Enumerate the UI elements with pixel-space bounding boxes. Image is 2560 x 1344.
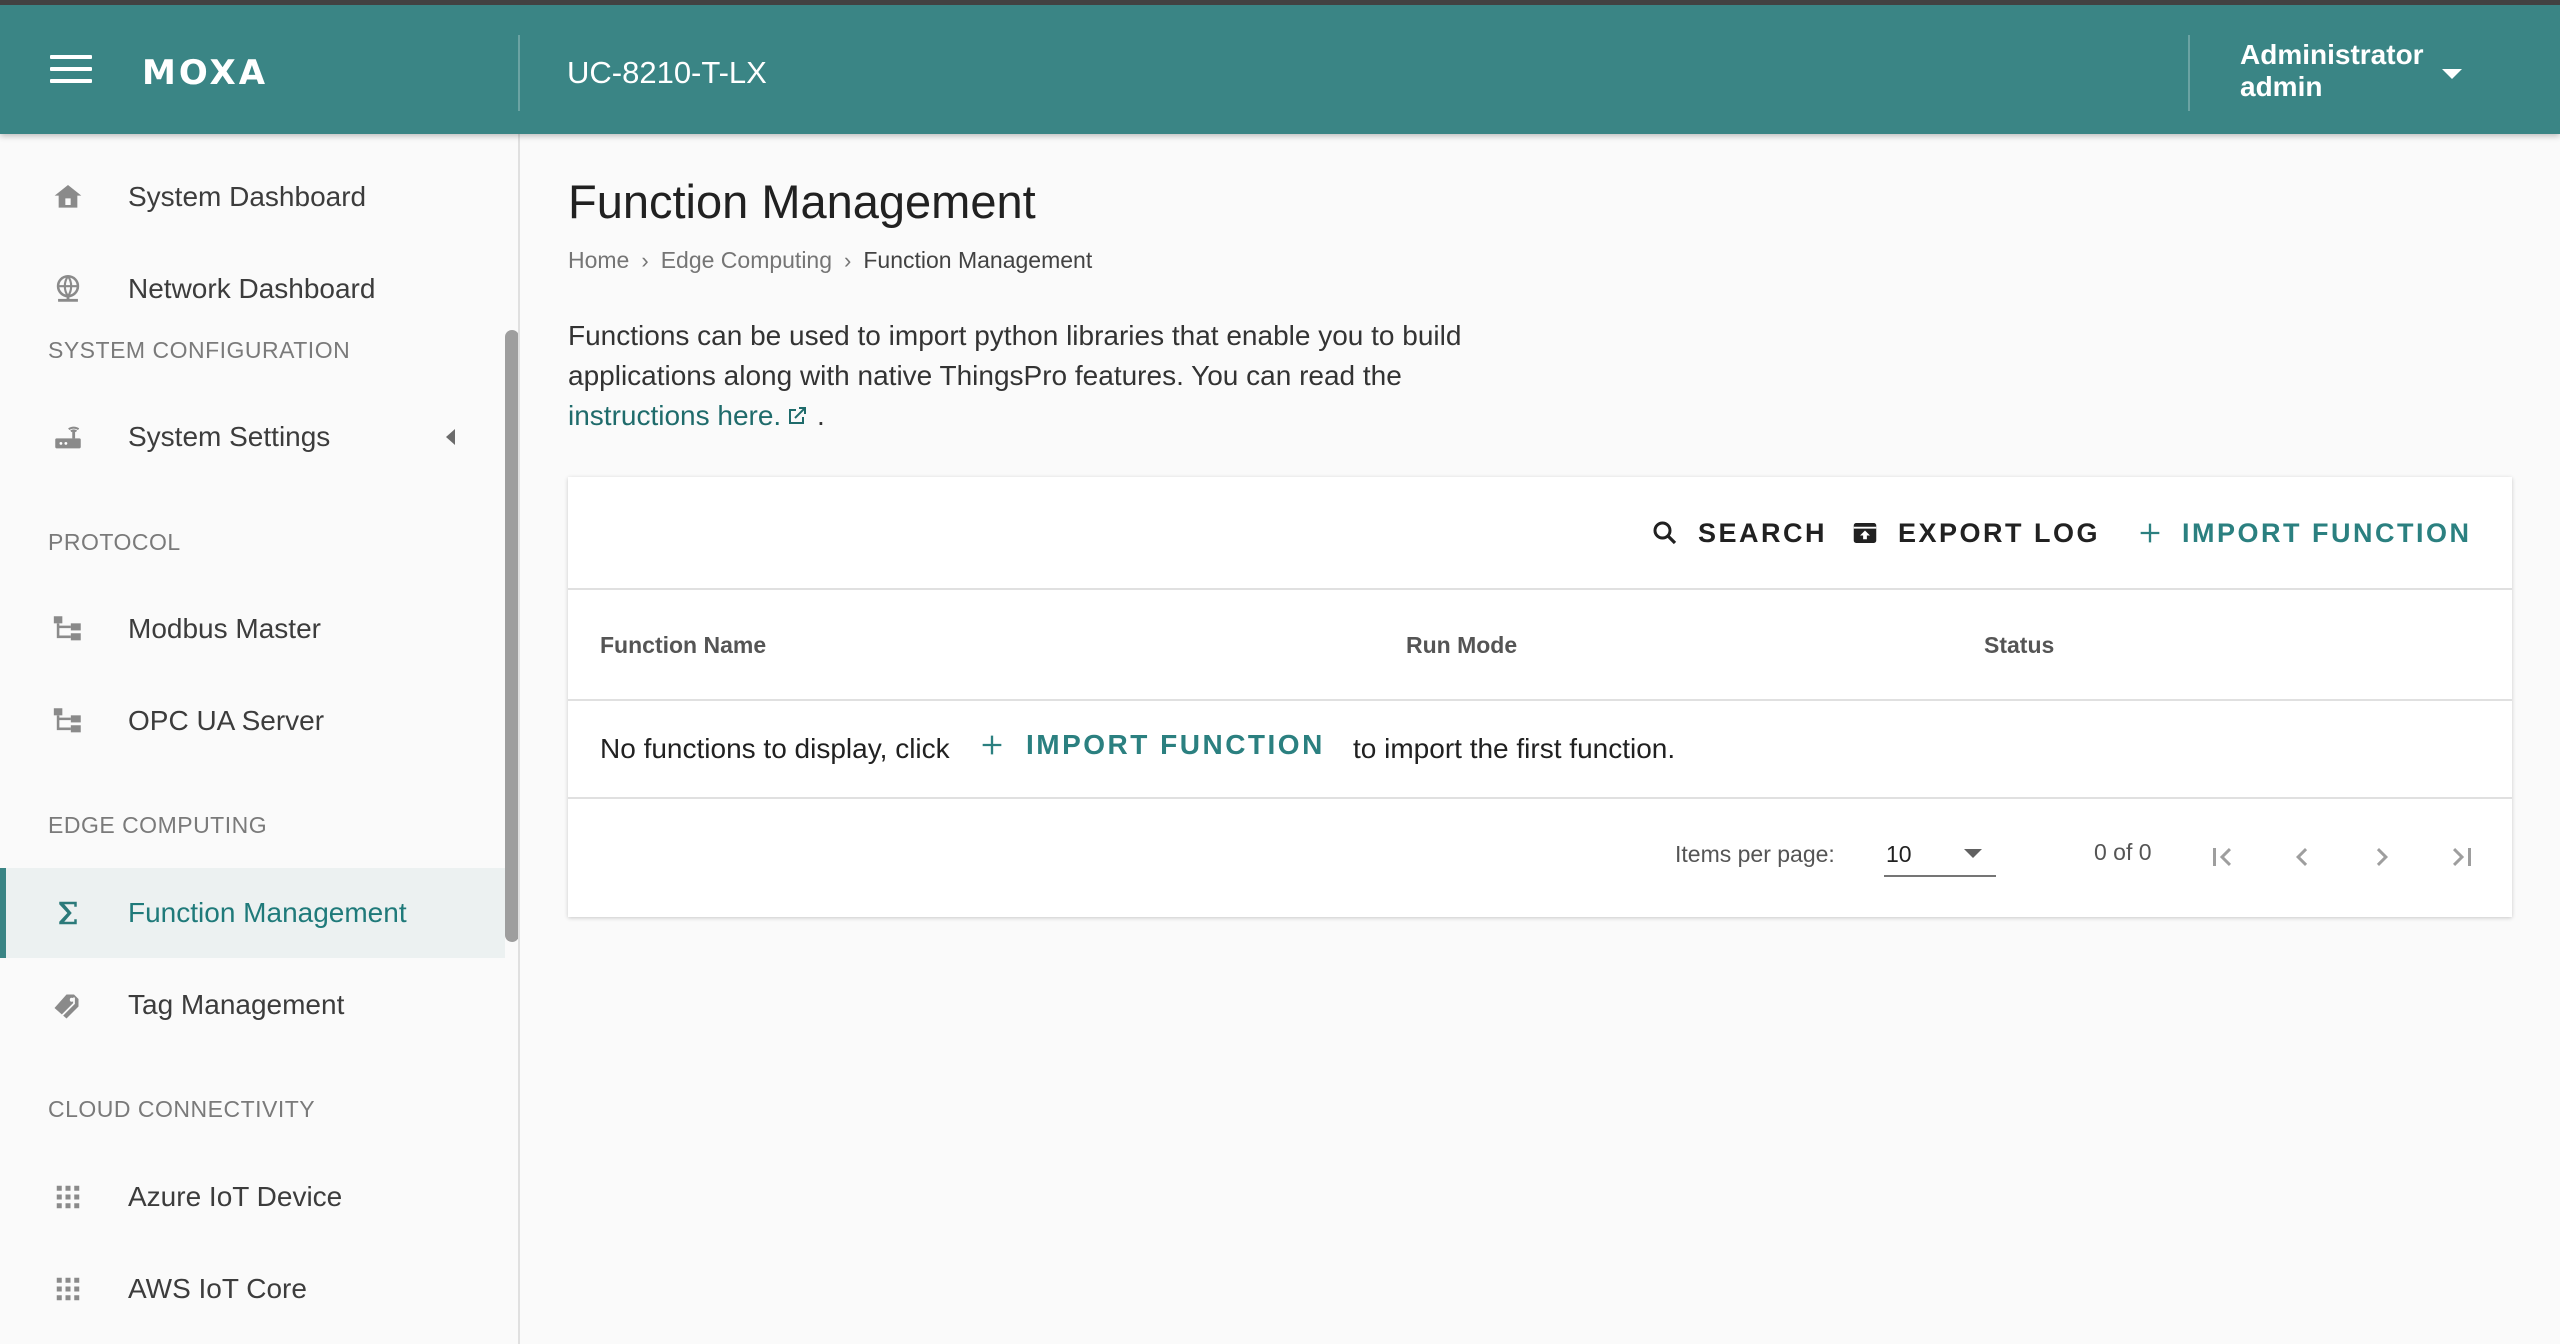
header-divider	[2188, 35, 2190, 111]
sigma-icon	[50, 895, 86, 931]
next-page-button[interactable]	[2360, 835, 2404, 879]
tags-icon	[50, 987, 86, 1023]
first-page-icon	[2213, 848, 2231, 866]
sidebar-item-aws-iot-core[interactable]: AWS IoT Core	[0, 1244, 505, 1334]
sidebar-item-label: Network Dashboard	[128, 273, 376, 304]
import-function-inline-label: IMPORT FUNCTION	[1026, 729, 1325, 760]
menu-icon[interactable]	[50, 55, 92, 89]
chevron-right-icon: ›	[844, 247, 852, 273]
chevron-right-icon: ›	[641, 247, 649, 273]
sidebar-item-azure-iot-device[interactable]: Azure IoT Device	[0, 1152, 505, 1242]
breadcrumb-current: Function Management	[863, 247, 1093, 273]
sidebar-item-label: AWS IoT Core	[128, 1273, 307, 1304]
items-per-page-label: Items per page:	[1675, 841, 1835, 867]
globe-icon	[50, 271, 86, 307]
sidebar-item-label: System Dashboard	[128, 181, 367, 212]
section-heading-edge-computing: EDGE COMPUTING	[48, 812, 268, 838]
grid-icon	[50, 1271, 86, 1307]
user-menu[interactable]: Administrator admin	[2240, 39, 2490, 109]
sidebar-item-network-dashboard[interactable]: Network Dashboard	[0, 244, 505, 334]
sidebar-item-opc-ua-server[interactable]: OPC UA Server	[0, 676, 505, 766]
last-page-icon	[2453, 848, 2471, 866]
user-role: Administrator	[2240, 39, 2424, 70]
sidebar-item-label: Azure IoT Device	[128, 1181, 343, 1212]
chevron-right-icon	[2376, 848, 2388, 866]
device-name: UC-8210-T-LX	[567, 55, 767, 90]
description-text: Functions can be used to import python l…	[568, 320, 1462, 391]
sidebar-item-tag-management[interactable]: Tag Management	[0, 960, 505, 1050]
main-content: Function Management Home › Edge Computin…	[522, 134, 2560, 1344]
search-icon	[1650, 518, 1680, 548]
tree-icon	[50, 703, 86, 739]
table-header: Function Name Run Mode Status	[568, 590, 2512, 701]
home-icon	[50, 179, 86, 215]
top-app-bar: MOXA UC-8210-T-LX Administrator admin	[0, 0, 2560, 134]
section-heading-system-configuration: SYSTEM CONFIGURATION	[48, 337, 351, 363]
functions-table-card: SEARCH EXPORT LOG IMPORT FUNCTION Functi…	[568, 477, 2512, 917]
import-function-button-label: IMPORT FUNCTION	[2182, 517, 2472, 548]
table-toolbar: SEARCH EXPORT LOG IMPORT FUNCTION	[568, 477, 2512, 590]
instructions-link[interactable]: instructions here.	[568, 400, 809, 431]
paginator: Items per page: 10 0 of 0	[568, 799, 2512, 914]
chevron-down-icon	[2442, 69, 2462, 79]
import-function-button[interactable]: IMPORT FUNCTION	[2136, 513, 2471, 553]
breadcrumb-home[interactable]: Home	[568, 247, 629, 274]
description-end: .	[817, 400, 825, 431]
sidebar-item-system-settings[interactable]: System Settings	[0, 392, 505, 482]
page-title: Function Management	[568, 175, 1036, 228]
external-link-icon	[785, 399, 809, 439]
column-header-run-mode[interactable]: Run Mode	[1406, 632, 1517, 659]
breadcrumb-edge-computing[interactable]: Edge Computing	[661, 247, 832, 274]
section-heading-cloud-connectivity: CLOUD CONNECTIVITY	[48, 1096, 316, 1122]
search-button-label: SEARCH	[1698, 517, 1828, 548]
sidebar-item-label: Modbus Master	[128, 613, 321, 644]
empty-state-prefix: No functions to display, click	[600, 733, 950, 764]
sidebar-item-modbus-master[interactable]: Modbus Master	[0, 584, 505, 674]
empty-state-suffix: to import the first function.	[1353, 733, 1676, 764]
chevron-left-icon	[2296, 848, 2308, 866]
router-icon	[50, 419, 86, 455]
sidebar-scrollbar[interactable]	[505, 330, 518, 942]
grid-icon	[50, 1179, 86, 1215]
sidebar-item-label: OPC UA Server	[128, 705, 325, 736]
chevron-left-icon	[446, 429, 455, 445]
import-function-inline-button[interactable]: IMPORT FUNCTION	[978, 729, 1325, 761]
page-range-label: 0 of 0	[2094, 839, 2152, 865]
column-header-function-name[interactable]: Function Name	[600, 632, 766, 659]
page-description: Functions can be used to import python l…	[568, 316, 1578, 439]
plus-icon	[2136, 519, 2164, 547]
export-log-button-label: EXPORT LOG	[1898, 517, 2101, 548]
tree-icon	[50, 611, 86, 647]
search-button[interactable]: SEARCH	[1650, 513, 1827, 553]
instructions-link-label: instructions here.	[568, 400, 782, 431]
previous-page-button[interactable]	[2280, 835, 2324, 879]
sidebar: System Dashboard Network Dashboard SYSTE…	[0, 134, 520, 1344]
archive-icon	[1850, 518, 1880, 548]
chevron-down-icon	[1964, 849, 1982, 858]
section-heading-protocol: PROTOCOL	[48, 529, 181, 555]
sidebar-item-system-dashboard[interactable]: System Dashboard	[0, 152, 505, 242]
items-per-page-value: 10	[1886, 841, 1912, 867]
breadcrumb: Home › Edge Computing › Function Managem…	[568, 247, 1092, 274]
column-header-status[interactable]: Status	[1984, 632, 2054, 659]
sidebar-item-label: Function Management	[128, 897, 407, 928]
sidebar-item-label: Tag Management	[128, 989, 345, 1020]
sidebar-item-function-management[interactable]: Function Management	[0, 868, 505, 958]
header-divider	[518, 35, 520, 111]
first-page-button[interactable]	[2200, 835, 2244, 879]
empty-state-row: No functions to display, click IMPORT FU…	[568, 701, 2512, 799]
items-per-page-select[interactable]: 10	[1884, 833, 1996, 877]
export-log-button[interactable]: EXPORT LOG	[1850, 513, 2100, 553]
sidebar-item-label: System Settings	[128, 421, 331, 452]
last-page-button[interactable]	[2440, 835, 2484, 879]
plus-icon	[978, 731, 1006, 759]
moxa-logo: MOXA	[142, 53, 269, 93]
